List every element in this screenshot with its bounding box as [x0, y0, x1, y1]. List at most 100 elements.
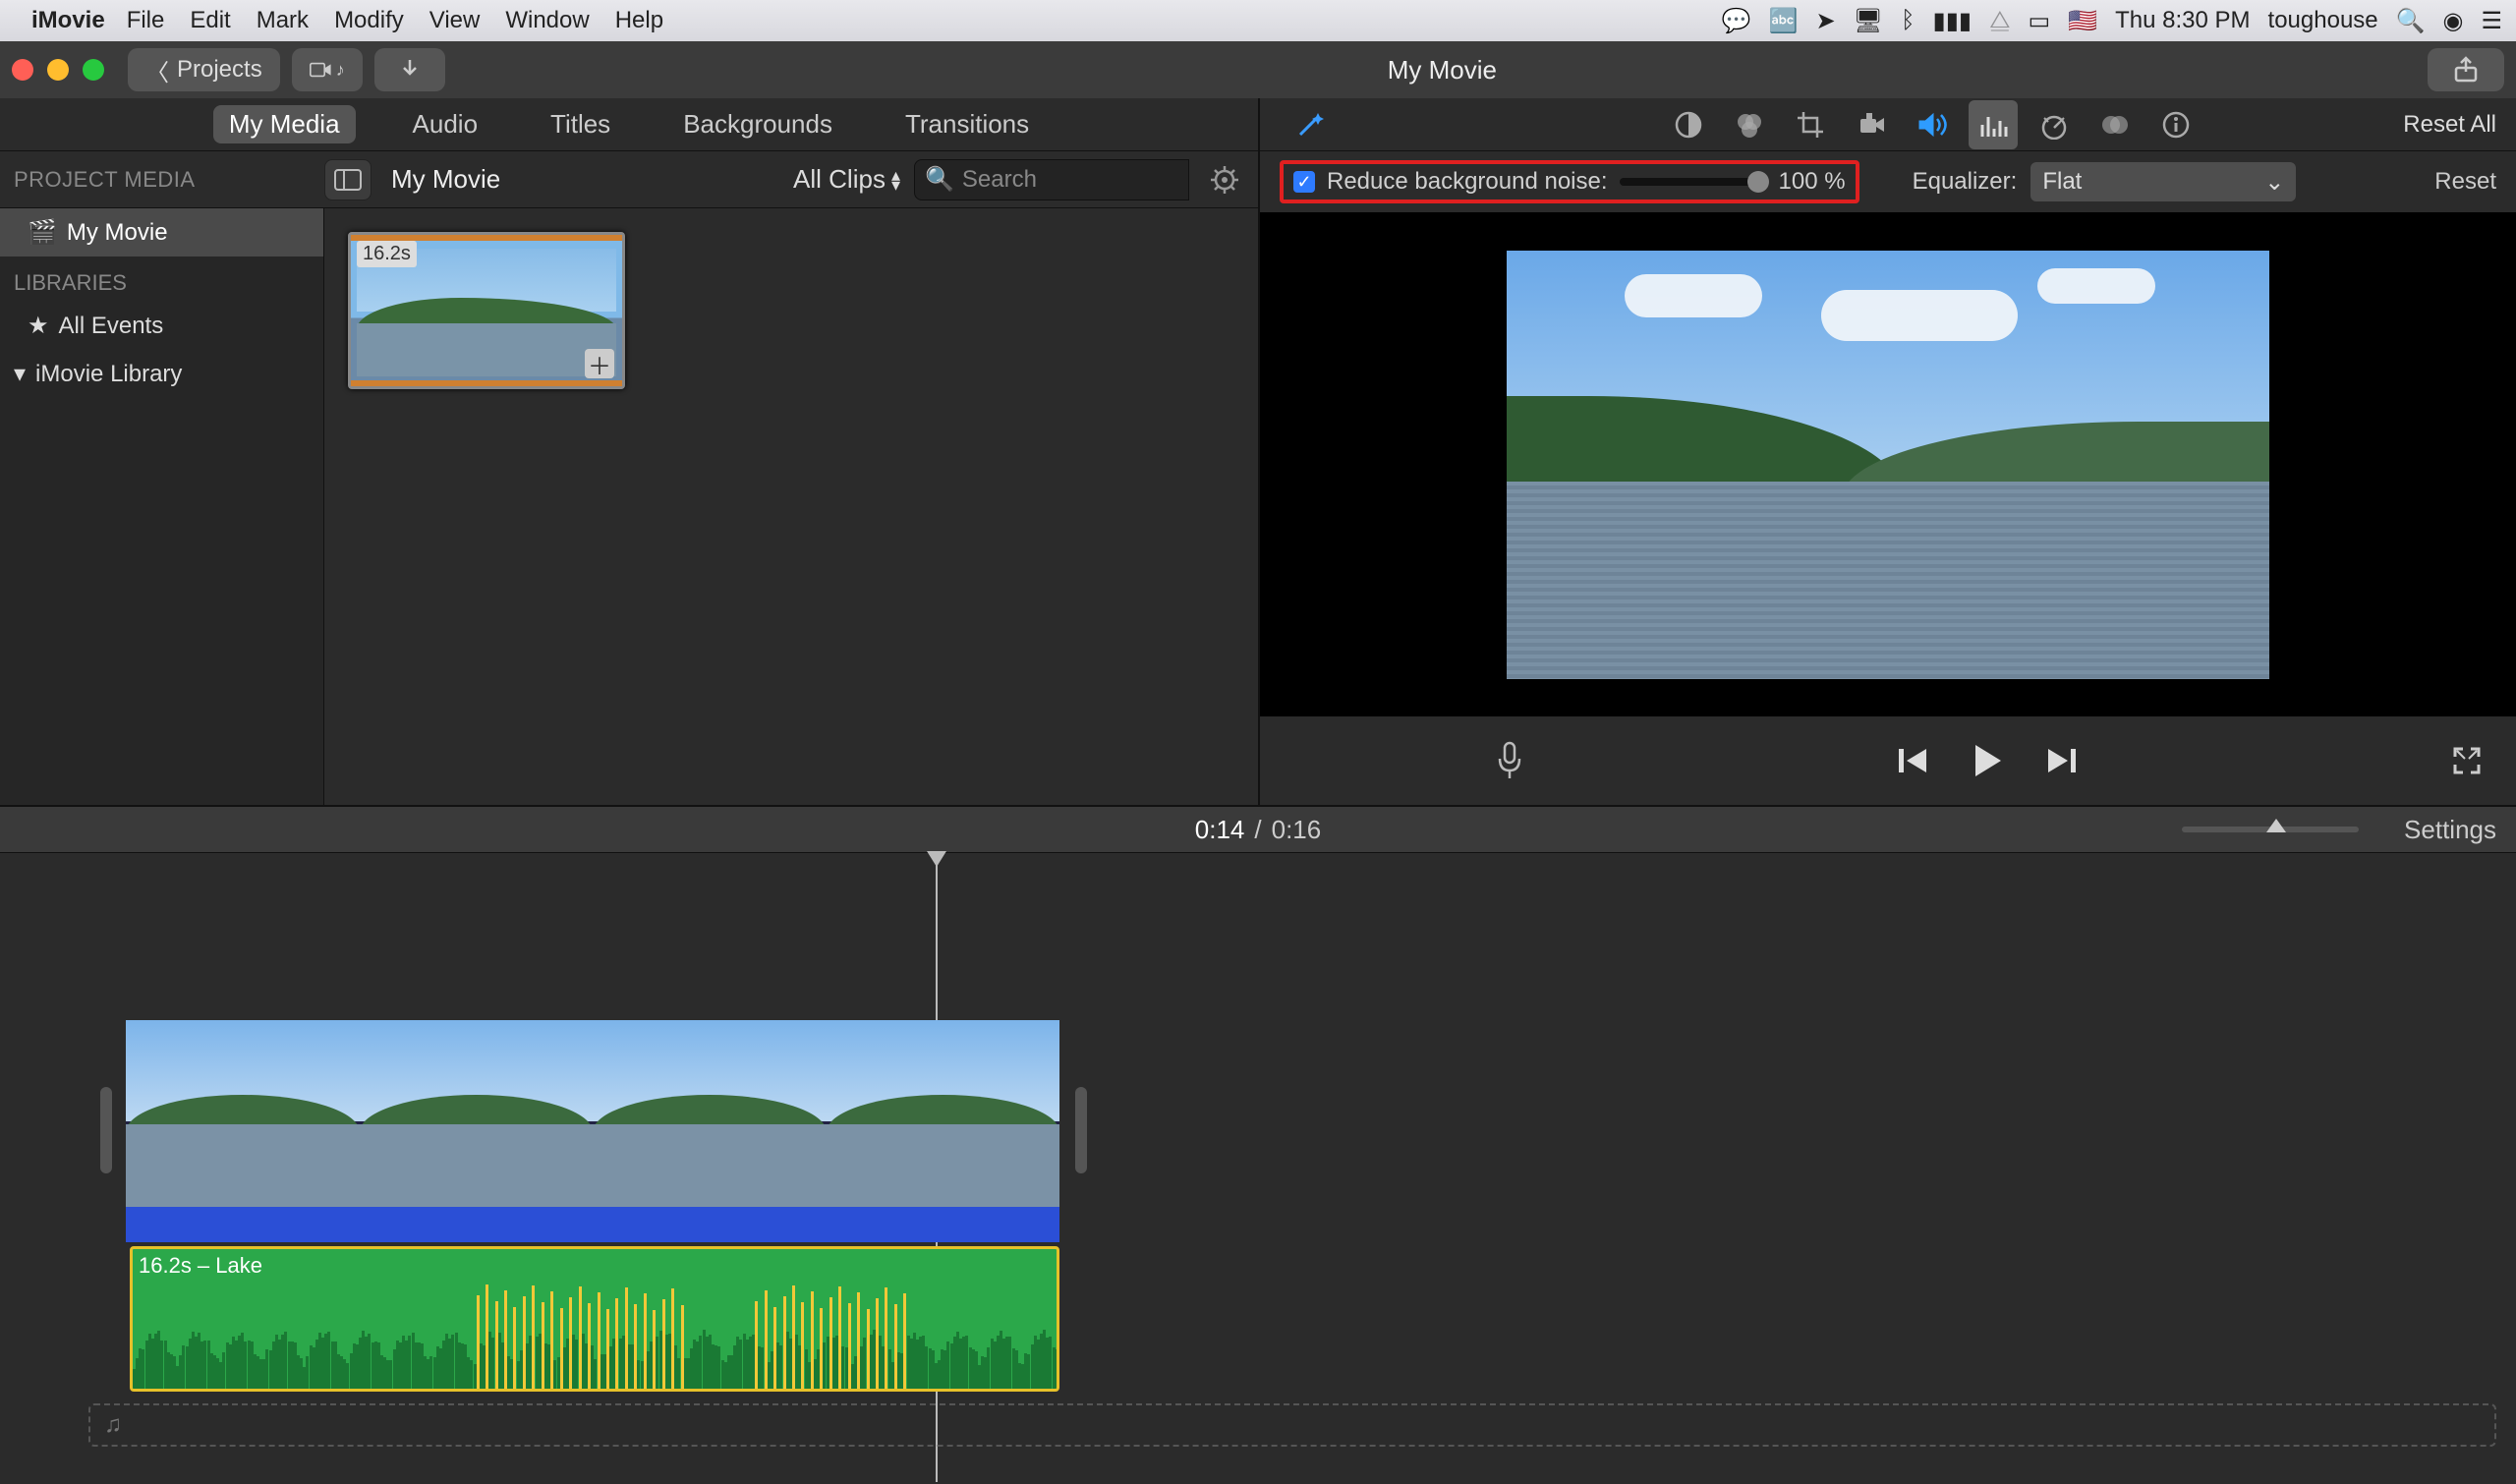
translate-menubar-icon[interactable]: 🔤 [1769, 7, 1799, 35]
browser-title: My Movie [391, 164, 500, 195]
input-flag-icon[interactable]: 🇺🇸 [2068, 7, 2097, 35]
play-button[interactable] [1968, 741, 2007, 780]
background-music-well[interactable]: ♫ [88, 1403, 2496, 1447]
window-title: My Movie [457, 55, 2428, 86]
menu-window[interactable]: Window [505, 7, 589, 34]
next-button[interactable] [2044, 745, 2078, 776]
voiceover-button[interactable] [1496, 741, 1523, 780]
timeline-zoom-slider[interactable] [2182, 827, 2359, 832]
browser-settings-button[interactable] [1203, 158, 1246, 201]
clip-info-button[interactable] [2151, 100, 2201, 149]
sidebar-item-imovie-library[interactable]: ▾ iMovie Library [0, 350, 323, 398]
battery-icon[interactable]: ▭ [2029, 7, 2051, 35]
timeline-settings-button[interactable]: Settings [2404, 815, 2496, 845]
video-clip-audio-bar[interactable] [126, 1207, 1059, 1242]
noise-eq-button[interactable] [1969, 100, 2018, 149]
clip-duration-badge: 16.2s [357, 241, 417, 267]
clip-thumbnail[interactable]: 16.2s ＋ [348, 232, 625, 389]
back-projects-button[interactable]: 〈Projects [128, 48, 280, 91]
sidebar-item-project[interactable]: 🎬 My Movie [0, 208, 323, 257]
menu-file[interactable]: File [127, 7, 165, 34]
reduce-noise-slider[interactable] [1620, 178, 1767, 186]
adjustment-toolbar: Reset All [1260, 98, 2516, 151]
crop-button[interactable] [1786, 100, 1835, 149]
import-download-button[interactable] [374, 48, 445, 91]
search-field[interactable]: 🔍 Search [914, 159, 1189, 200]
display-menubar-icon[interactable]: 🖥 [1854, 7, 1883, 35]
timeline[interactable]: 16.2s – Lake ♫ [0, 853, 2516, 1482]
music-note-icon: ♫ [104, 1411, 122, 1439]
clip-filter-dropdown[interactable]: All Clips ▴▾ [793, 164, 900, 195]
window-zoom-button[interactable] [83, 59, 104, 81]
timeline-info-bar: 0:14 / 0:16 Settings [0, 806, 2516, 853]
menubar-user[interactable]: toughouse [2268, 7, 2378, 34]
clip-filter-button[interactable] [2090, 100, 2140, 149]
video-clip[interactable] [126, 1020, 1059, 1207]
menu-help[interactable]: Help [615, 7, 663, 34]
location-share-icon[interactable]: ➤ [1816, 7, 1836, 35]
sidebar-toggle-button[interactable] [324, 159, 372, 200]
audio-clip[interactable]: 16.2s – Lake [130, 1246, 1059, 1392]
menu-view[interactable]: View [429, 7, 481, 34]
fullscreen-button[interactable] [2451, 745, 2483, 776]
reduce-noise-checkbox[interactable]: ✓ [1293, 171, 1315, 193]
window-minimize-button[interactable] [47, 59, 69, 81]
window-traffic-lights [12, 59, 104, 81]
tab-my-media[interactable]: My Media [213, 105, 356, 143]
color-balance-button[interactable] [1664, 100, 1713, 149]
clapper-icon: 🎬 [28, 218, 57, 247]
library-sidebar: 🎬 My Movie LIBRARIES ★ All Events ▾ iMov… [0, 208, 324, 805]
menubar-clock[interactable]: Thu 8:30 PM [2115, 7, 2250, 34]
menu-mark[interactable]: Mark [257, 7, 309, 34]
siri-icon[interactable]: ◉ [2443, 7, 2464, 35]
preview-viewer[interactable] [1260, 212, 2516, 716]
disclosure-triangle-icon[interactable]: ▾ [14, 360, 26, 388]
equalizer-select[interactable]: Flat ⌄ [2030, 162, 2296, 201]
window-close-button[interactable] [12, 59, 33, 81]
playhead-position: 0:14 [1195, 815, 1245, 845]
volume-button[interactable] [1908, 100, 1957, 149]
bluetooth-icon[interactable]: ᛒ [1901, 7, 1915, 34]
tab-backgrounds[interactable]: Backgrounds [667, 105, 848, 143]
transport-bar [1260, 716, 2516, 805]
clip-trim-handle-left[interactable] [100, 1087, 112, 1173]
import-button[interactable]: ♪ [292, 48, 363, 91]
media-tabs: My Media Audio Titles Backgrounds Transi… [0, 98, 1258, 151]
back-projects-label: Projects [177, 56, 262, 84]
menu-edit[interactable]: Edit [190, 7, 230, 34]
tab-audio[interactable]: Audio [397, 105, 494, 143]
sidebar-item-all-events[interactable]: ★ All Events [0, 302, 323, 350]
reset-all-button[interactable]: Reset All [2403, 111, 2496, 139]
auto-enhance-button[interactable] [1286, 100, 1335, 149]
prev-button[interactable] [1897, 745, 1930, 776]
color-correction-button[interactable] [1725, 100, 1774, 149]
clip-trim-handle-right[interactable] [1075, 1087, 1087, 1173]
search-icon: 🔍 [925, 165, 954, 194]
macos-menubar: iMovie File Edit Mark Modify View Window… [0, 0, 2516, 41]
stabilization-button[interactable] [1847, 100, 1896, 149]
audio-waveform [133, 1281, 1057, 1389]
menubar-status-area: 💬 🔤 ➤ 🖥 ᛒ ▮▮▮ ⧋ ▭ 🇺🇸 Thu 8:30 PM toughou… [1722, 7, 2502, 35]
share-button[interactable] [2428, 48, 2504, 91]
wechat-menubar-icon[interactable]: 💬 [1722, 7, 1751, 35]
reset-button[interactable]: Reset [2434, 168, 2496, 196]
speed-button[interactable] [2030, 100, 2079, 149]
tab-transitions[interactable]: Transitions [889, 105, 1045, 143]
notification-center-icon[interactable]: ☰ [2481, 7, 2502, 35]
libraries-heading: LIBRARIES [0, 257, 323, 302]
spotlight-icon[interactable]: 🔍 [2396, 7, 2426, 35]
battery-percent-icon[interactable]: ▮▮▮ [1933, 7, 1973, 35]
clip-browser[interactable]: 16.2s ＋ [324, 208, 1258, 805]
menu-modify[interactable]: Modify [334, 7, 404, 34]
browser-header: PROJECT MEDIA My Movie All Clips ▴▾ 🔍 Se… [0, 151, 1258, 208]
chevron-down-icon: ⌄ [2264, 168, 2284, 197]
reduce-noise-group: ✓ Reduce background noise: 100 % [1280, 160, 1859, 203]
clip-add-button[interactable]: ＋ [585, 349, 614, 378]
wifi-icon[interactable]: ⧋ [1989, 7, 2010, 34]
equalizer-label: Equalizer: [1913, 168, 2018, 196]
updown-chevron-icon: ▴▾ [891, 170, 900, 190]
preview-frame [1507, 251, 2269, 679]
tab-titles[interactable]: Titles [535, 105, 626, 143]
reduce-noise-value: 100 % [1779, 168, 1846, 196]
app-menu[interactable]: iMovie [31, 7, 105, 34]
